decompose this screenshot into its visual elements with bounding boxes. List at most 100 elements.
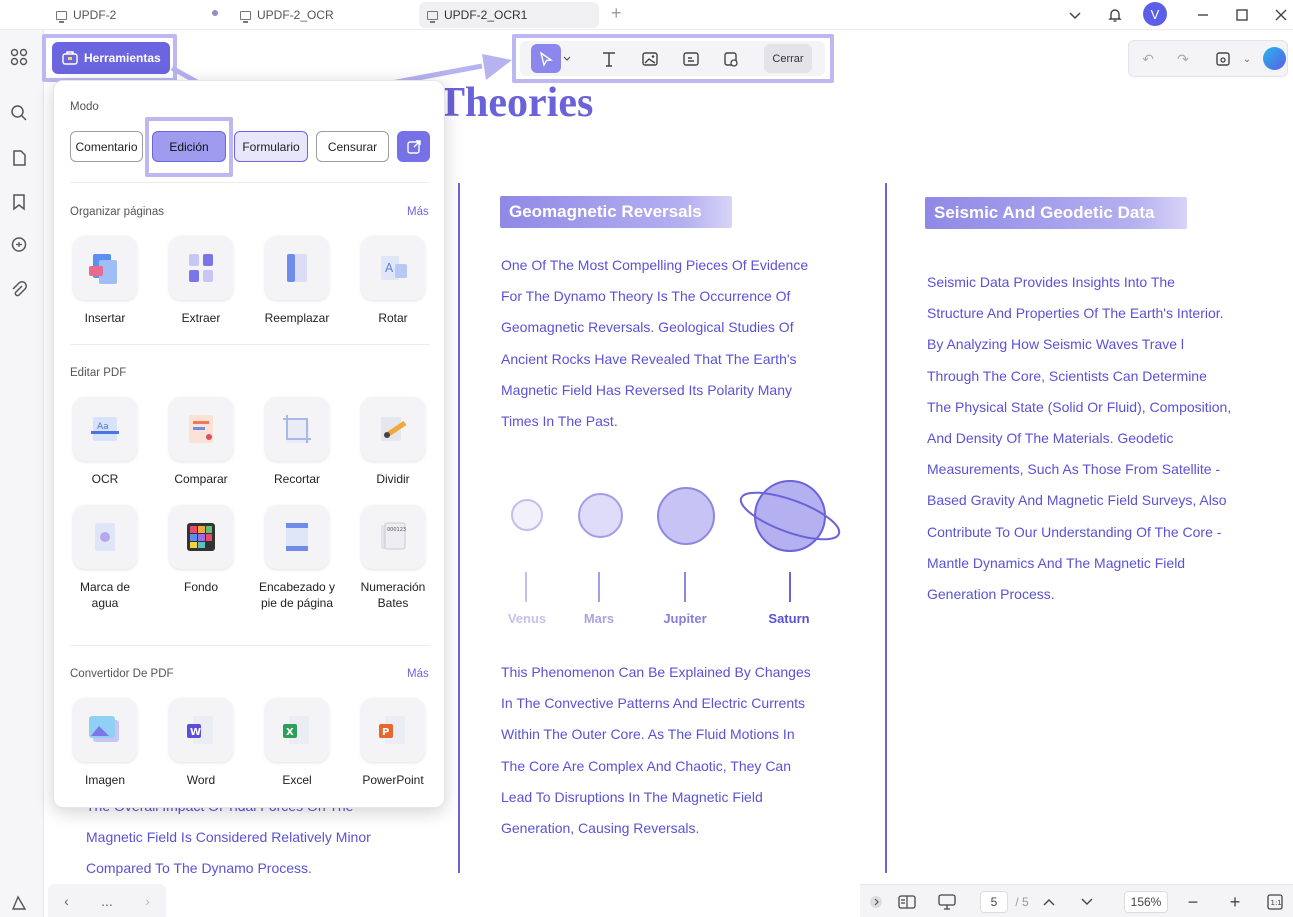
tool-marca-de-agua[interactable]: Marca de agua	[65, 505, 145, 611]
edicion-highlight	[145, 117, 233, 177]
right-toolbar: ↶ ↷ ⌄	[1128, 40, 1288, 77]
chevron-down-icon[interactable]	[1078, 891, 1096, 913]
stamp-button[interactable]	[716, 44, 746, 73]
convert-image-icon	[73, 698, 137, 762]
add-link-button[interactable]	[676, 44, 706, 73]
tool-insertar[interactable]: Insertar	[65, 236, 145, 326]
tool-label: Word	[186, 773, 216, 787]
tool-rotar[interactable]: A Rotar	[353, 236, 433, 326]
tool-fondo[interactable]: Fondo	[161, 505, 241, 595]
chevron-right-icon[interactable]: ›	[145, 893, 150, 909]
tool-imagen[interactable]: Imagen	[65, 698, 145, 788]
zoom-out-icon[interactable]: −	[1182, 891, 1204, 913]
select-tool-button[interactable]	[531, 44, 561, 73]
convert-more-link[interactable]: Más	[407, 668, 429, 680]
tool-label: Insertar	[84, 311, 126, 325]
extract-pages-icon	[169, 236, 233, 300]
tool-label: Rotar	[378, 311, 408, 325]
watermark-icon	[73, 505, 137, 569]
split-icon	[361, 397, 425, 461]
tool-label: OCR	[91, 472, 119, 486]
svg-text:A: A	[385, 261, 394, 275]
background-icon	[169, 505, 233, 569]
redo-icon[interactable]: ↷	[1173, 49, 1193, 69]
zoom-level[interactable]: 156%	[1124, 891, 1168, 913]
stamp-icon	[724, 51, 738, 67]
tool-label: Imagen	[84, 773, 126, 787]
external-link-icon	[406, 139, 421, 154]
tool-label: Fondo	[183, 580, 219, 594]
bates-number-icon: 000123	[361, 505, 425, 569]
tool-label: Extraer	[181, 311, 221, 325]
edit-title: Editar PDF	[70, 367, 127, 379]
cerrar-button[interactable]: Cerrar	[764, 44, 812, 73]
tool-word[interactable]: W Word	[161, 698, 241, 788]
tool-label: Excel	[282, 773, 312, 787]
divider	[70, 344, 430, 345]
svg-text:000123: 000123	[387, 527, 406, 533]
tools-panel: Modo Comentario Edición Formulario Censu…	[53, 80, 445, 808]
svg-text:X: X	[286, 727, 294, 738]
undo-icon[interactable]: ↶	[1138, 49, 1158, 69]
tool-reemplazar[interactable]: Reemplazar	[257, 236, 337, 326]
select-dropdown[interactable]	[560, 44, 574, 73]
tool-label: Comparar	[174, 472, 228, 486]
svg-text:1:1: 1:1	[1271, 899, 1282, 907]
svg-text:P: P	[382, 727, 389, 738]
svg-text:Aa: Aa	[97, 422, 109, 432]
actual-size-icon[interactable]: 1:1	[1264, 891, 1286, 913]
tool-numeracion-bates[interactable]: 000123 Numeración Bates	[353, 505, 433, 611]
replace-pages-icon	[265, 236, 329, 300]
status-bar: 5 / 5 156% − + 1:1	[860, 884, 1293, 917]
image-icon	[642, 51, 658, 66]
zoom-in-icon[interactable]: +	[1224, 891, 1246, 913]
tool-recortar[interactable]: Recortar	[257, 397, 337, 487]
save-icon[interactable]	[1213, 49, 1233, 69]
mode-label: Modo	[70, 101, 99, 113]
chevron-down-icon	[563, 56, 571, 61]
divider	[70, 645, 430, 646]
chevron-up-icon[interactable]	[1040, 891, 1058, 913]
edit-toolbar: Cerrar	[520, 41, 825, 76]
cursor-icon	[539, 50, 553, 67]
insert-pages-icon	[73, 236, 137, 300]
organize-title: Organizar páginas	[70, 206, 164, 218]
presentation-icon[interactable]	[936, 891, 958, 913]
tool-label: Dividir	[376, 472, 410, 486]
page-total: / 5	[1015, 895, 1029, 909]
organize-more-link[interactable]: Más	[407, 206, 429, 218]
chevron-down-icon[interactable]: ⌄	[1237, 49, 1257, 69]
powerpoint-icon: P	[361, 698, 425, 762]
tool-excel[interactable]: X Excel	[257, 698, 337, 788]
collapse-icon[interactable]	[868, 891, 884, 913]
svg-text:W: W	[190, 727, 201, 738]
rotate-pages-icon: A	[361, 236, 425, 300]
chevron-left-icon[interactable]: ‹	[64, 893, 69, 909]
mode-censurar-button[interactable]: Censurar	[316, 131, 389, 162]
tool-label: Encabezado y pie de página	[258, 580, 336, 610]
tool-powerpoint[interactable]: P PowerPoint	[353, 698, 433, 788]
excel-icon: X	[265, 698, 329, 762]
tool-label: Numeración Bates	[360, 580, 426, 610]
link-icon	[683, 51, 699, 66]
divider	[70, 182, 430, 183]
tool-extraer[interactable]: Extraer	[161, 236, 241, 326]
convert-title: Convertidor De PDF	[70, 668, 174, 680]
ai-assistant-icon[interactable]	[1263, 47, 1286, 70]
open-external-button[interactable]	[397, 131, 430, 162]
tool-dividir[interactable]: Dividir	[353, 397, 433, 487]
ocr-icon: Aa	[73, 397, 137, 461]
add-image-button[interactable]	[635, 44, 665, 73]
mode-formulario-button[interactable]: Formulario	[234, 131, 308, 162]
more-dots[interactable]: ...	[101, 893, 113, 909]
add-text-button[interactable]	[594, 44, 624, 73]
crop-icon	[265, 397, 329, 461]
tool-encabezado[interactable]: Encabezado y pie de página	[257, 505, 337, 611]
page-layout-icon[interactable]	[896, 891, 918, 913]
mode-comentario-button[interactable]: Comentario	[70, 131, 143, 162]
tool-comparar[interactable]: Comparar	[161, 397, 241, 487]
bottom-nav-left: ‹ ... ›	[48, 884, 166, 917]
tool-label: Marca de agua	[79, 580, 131, 610]
page-number-input[interactable]: 5	[980, 891, 1008, 913]
tool-ocr[interactable]: Aa OCR	[65, 397, 145, 487]
